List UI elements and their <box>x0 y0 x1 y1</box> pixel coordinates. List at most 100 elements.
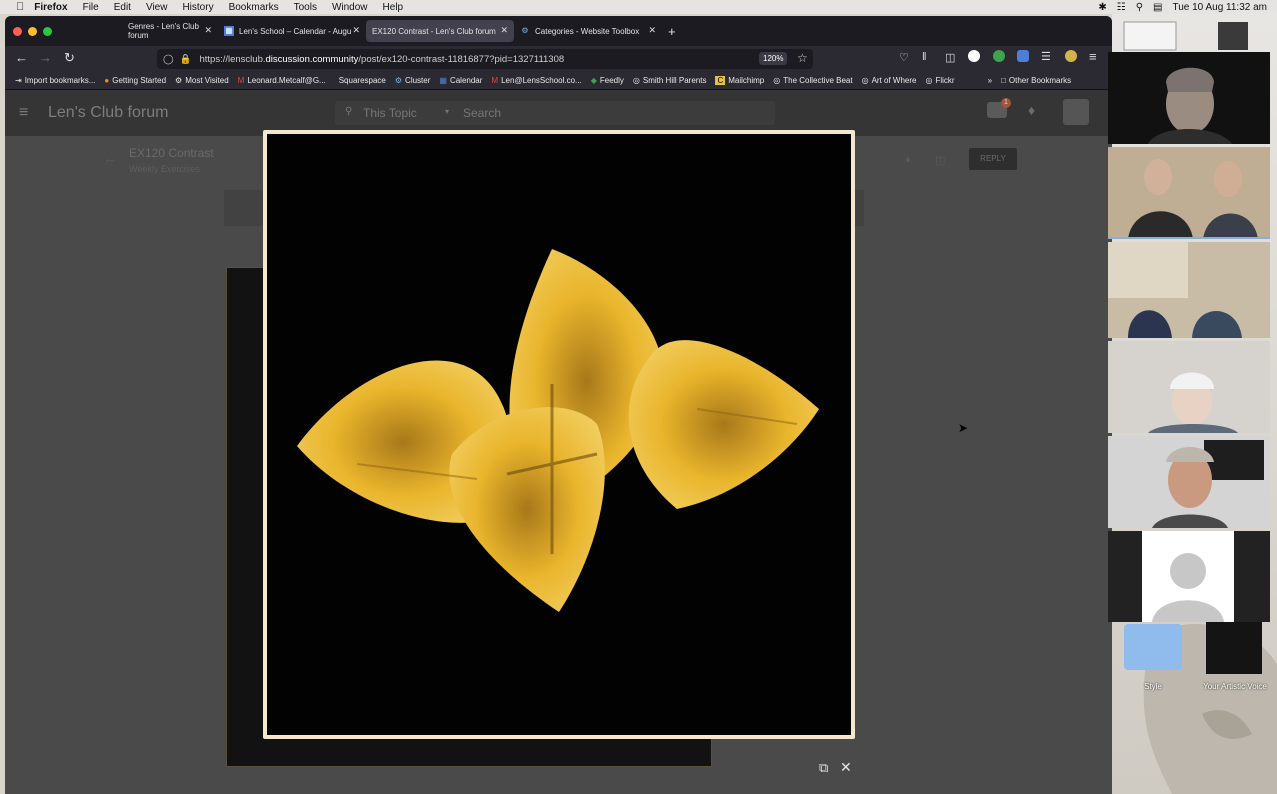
active-speaker-bar <box>1108 237 1270 239</box>
tab-label: EX120 Contrast - Len's Club forum <box>372 26 496 36</box>
document-icon[interactable] <box>1206 622 1262 674</box>
zoom-level-badge[interactable]: 120% <box>759 52 788 65</box>
video-call-panel <box>1108 52 1270 622</box>
bookmark-label: Import bookmarks... <box>24 76 96 85</box>
search-input[interactable]: Search <box>463 106 501 120</box>
chevron-down-icon[interactable]: ▾ <box>445 107 449 116</box>
bookmark-lensschool-mail[interactable]: M Len@LensSchool.co... <box>491 76 581 85</box>
tab-calendar[interactable]: ▦ Len's School – Calendar - Augu ✕ <box>218 20 366 42</box>
participant-video <box>1108 436 1270 528</box>
mailchimp-icon: C <box>715 76 726 85</box>
tab-ex120-contrast[interactable]: EX120 Contrast - Len's Club forum ✕ <box>366 20 514 42</box>
bookmark-art-of-where[interactable]: ◎ Art of Where <box>862 76 917 85</box>
video-tile-2[interactable] <box>1108 147 1270 239</box>
menu-firefox[interactable]: Firefox <box>34 2 67 13</box>
bookmark-gmail[interactable]: M Leonard.Metcalf@G... <box>238 76 326 85</box>
shield-icon[interactable]: ◯ <box>163 54 174 65</box>
bookmark-mailchimp[interactable]: C Mailchimp <box>715 76 764 85</box>
moderate-icon[interactable]: ◫ <box>935 154 945 167</box>
import-icon: ⇥ <box>15 76 22 85</box>
bookmark-import[interactable]: ⇥ Import bookmarks... <box>15 76 95 85</box>
avatar[interactable] <box>1063 99 1089 125</box>
forward-arrow-icon[interactable]: → <box>39 50 52 65</box>
topic-category[interactable]: Weekly Exercises <box>129 164 200 174</box>
extension-1-icon[interactable] <box>968 50 980 62</box>
external-link-icon[interactable]: ⧉ <box>819 760 828 776</box>
bookmarks-overflow-button[interactable]: » <box>988 76 992 85</box>
bookmark-calendar[interactable]: ▦ Calendar <box>439 76 482 85</box>
minimize-window-button[interactable] <box>28 26 37 36</box>
spotlight-search-icon[interactable]: ⚲ <box>1136 2 1143 13</box>
sidebar-icon[interactable]: ◫ <box>945 51 955 64</box>
close-tab-icon[interactable]: ✕ <box>204 25 212 36</box>
tab-categories[interactable]: ⚙ Categories - Website Toolbox ✕ <box>514 20 662 42</box>
library-icon[interactable]: ‖ <box>922 51 927 63</box>
close-tab-icon[interactable]: ✕ <box>500 25 508 36</box>
hamburger-menu-icon[interactable]: ≡ <box>1089 49 1097 64</box>
browser-window: Genres - Len's Club forum ✕ ▦ Len's Scho… <box>5 16 1112 794</box>
video-tile-4[interactable] <box>1108 341 1270 433</box>
bookmark-cluster[interactable]: ⚙ Cluster <box>395 76 431 85</box>
other-bookmarks[interactable]: □ Other Bookmarks <box>1001 76 1071 85</box>
bookmark-most-visited[interactable]: ⚙ Most Visited <box>175 76 229 85</box>
back-arrow-icon[interactable]: ← <box>103 150 117 166</box>
forum-search-bar[interactable]: ⚲ This Topic ▾ Search <box>335 101 775 125</box>
url-bar[interactable]: ◯ 🔒 https://lensclub. discussion.communit… <box>157 49 813 69</box>
wifi-icon[interactable]: ☷ <box>1117 2 1126 13</box>
lock-icon[interactable]: 🔒 <box>180 54 192 65</box>
bookmark-label: Feedly <box>599 76 624 85</box>
zoom-window-button[interactable] <box>43 26 52 36</box>
menu-help[interactable]: Help <box>383 2 404 13</box>
gear-icon: ⚙ <box>394 76 403 85</box>
bookmark-squarespace[interactable]: Squarespace <box>339 76 386 85</box>
video-tile-3[interactable] <box>1108 242 1270 338</box>
url-prefix: https://lensclub. <box>199 53 266 65</box>
extension-2-icon[interactable] <box>1017 50 1029 62</box>
bookmark-smith-hill[interactable]: ◎ Smith Hill Parents <box>633 76 707 85</box>
pocket-icon[interactable]: ♡ <box>899 51 909 64</box>
menu-icon[interactable]: ≡ <box>19 104 28 122</box>
bookmark-star-icon[interactable]: ☆ <box>797 51 808 65</box>
apple-icon[interactable]:  <box>16 1 24 13</box>
control-center-icon[interactable]: ▤ <box>1153 2 1162 13</box>
folder-icon[interactable] <box>1124 624 1182 670</box>
bookmark-label: Most Visited <box>185 76 229 85</box>
close-window-button[interactable] <box>13 26 22 36</box>
notification-count-badge: 1 <box>1001 98 1011 108</box>
bookmark-collective-beat[interactable]: ◎ The Collective Beat <box>773 76 852 85</box>
menu-history[interactable]: History <box>182 2 213 13</box>
globe-icon: ◎ <box>773 76 781 85</box>
video-tile-6[interactable] <box>1108 531 1270 622</box>
evernote-icon[interactable] <box>993 50 1005 62</box>
profile-icon[interactable] <box>1065 50 1077 62</box>
menu-file[interactable]: File <box>83 2 99 13</box>
tab-genres[interactable]: Genres - Len's Club forum ✕ <box>70 20 218 42</box>
new-tab-button[interactable]: + <box>662 20 682 42</box>
close-icon[interactable]: ✕ <box>840 759 852 776</box>
bookmark-flickr[interactable]: ◎ Flickr <box>926 76 955 85</box>
menu-edit[interactable]: Edit <box>114 2 131 13</box>
bluetooth-icon[interactable]: ✱ <box>1098 2 1106 13</box>
menu-window[interactable]: Window <box>332 2 368 13</box>
search-scope[interactable]: This Topic <box>363 106 417 120</box>
menubar-clock[interactable]: Tue 10 Aug 11:32 am <box>1172 2 1267 13</box>
forum-title[interactable]: Len's Club forum <box>48 104 168 122</box>
back-arrow-icon[interactable]: ← <box>15 50 28 65</box>
search-icon: ⚲ <box>345 106 353 117</box>
close-tab-icon[interactable]: ✕ <box>648 25 656 36</box>
bell-icon[interactable]: ♦ <box>1028 102 1035 118</box>
bookmark-feedly[interactable]: ◆ Feedly <box>591 76 624 85</box>
reload-icon[interactable]: ↻ <box>64 50 75 66</box>
video-tile-1[interactable] <box>1108 52 1270 144</box>
video-tile-5[interactable] <box>1108 436 1270 528</box>
reply-button[interactable]: REPLY <box>969 148 1017 170</box>
mouse-cursor-icon: ➤ <box>958 421 969 435</box>
bookmark-getting-started[interactable]: ● Getting Started <box>104 76 166 85</box>
close-tab-icon[interactable]: ✕ <box>352 25 360 36</box>
subscribe-icon[interactable]: ♦ <box>905 154 911 166</box>
menu-tools[interactable]: Tools <box>294 2 317 13</box>
extension-3-icon[interactable]: ☰ <box>1041 50 1051 63</box>
menu-view[interactable]: View <box>146 2 168 13</box>
menu-bookmarks[interactable]: Bookmarks <box>229 2 279 13</box>
tab-label: Len's School – Calendar - Augu <box>239 26 352 36</box>
